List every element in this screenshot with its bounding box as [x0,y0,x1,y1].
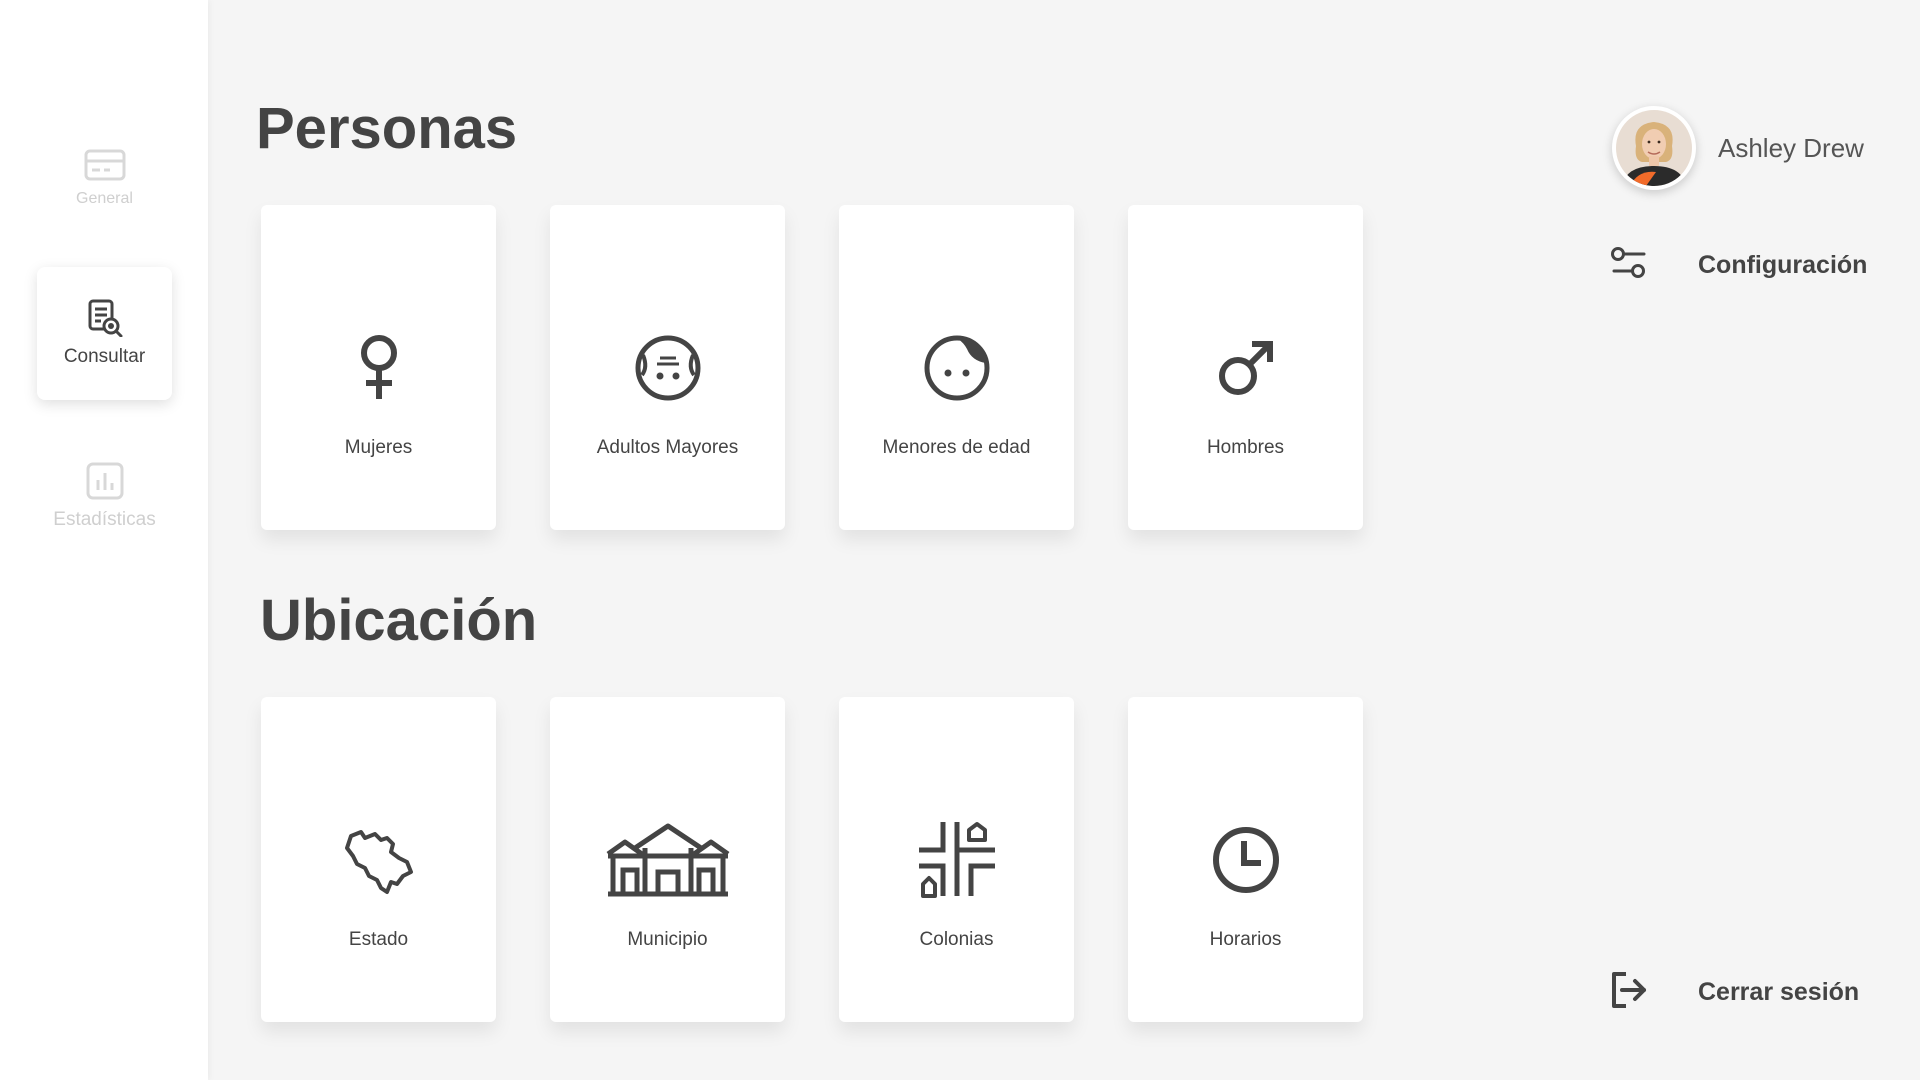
sliders-icon [1610,245,1648,286]
card-estado[interactable]: Estado [261,697,496,1022]
card-label: Hombres [1206,437,1285,458]
state-map-icon [261,822,496,897]
municipal-building-icon [550,822,785,897]
card-label: Municipio [627,929,708,950]
child-face-icon [839,330,1074,405]
user-avatar[interactable] [1612,106,1696,190]
card-label: Adultos Mayores [596,437,739,458]
credit-card-icon [84,149,126,186]
card-adultos-mayores[interactable]: Adultos Mayores [550,205,785,530]
sidebar-item-estadisticas[interactable]: Estadísticas [37,430,172,563]
document-search-icon [87,299,123,342]
settings-label: Configuración [1698,251,1868,279]
sidebar: General Consultar Estadísticas [0,0,208,1080]
elderly-face-icon [550,330,785,405]
male-symbol-icon [1128,330,1363,405]
card-municipio[interactable]: Municipio [550,697,785,1022]
card-colonias[interactable]: Colonias [839,697,1074,1022]
card-label: Menores de edad [882,437,1031,458]
section-title-ubicacion: Ubicación [260,588,538,653]
user-profile: Ashley Drew [1612,106,1864,190]
sidebar-item-label: Estadísticas [53,509,156,530]
user-name: Ashley Drew [1718,132,1864,163]
clock-icon [1128,822,1363,897]
sidebar-item-label: General [76,190,133,207]
card-label: Mujeres [344,437,413,458]
card-horarios[interactable]: Horarios [1128,697,1363,1022]
card-hombres[interactable]: Hombres [1128,205,1363,530]
bar-chart-icon [86,462,124,505]
section-title-personas: Personas [256,96,518,161]
logout-label: Cerrar sesión [1698,978,1860,1006]
card-mujeres[interactable]: Mujeres [261,205,496,530]
female-symbol-icon [261,330,496,405]
settings-button[interactable]: Configuración [1610,245,1867,286]
card-menores-de-edad[interactable]: Menores de edad [839,205,1074,530]
logout-button[interactable]: Cerrar sesión [1610,971,1859,1014]
card-label: Estado [348,929,409,950]
card-label: Horarios [1209,929,1282,950]
neighborhood-streets-icon [839,821,1074,898]
card-label: Colonias [919,929,994,950]
sidebar-item-consultar[interactable]: Consultar [37,267,172,400]
logout-icon [1610,971,1648,1014]
sidebar-item-general[interactable]: General [37,112,172,245]
sidebar-item-label: Consultar [63,346,146,367]
